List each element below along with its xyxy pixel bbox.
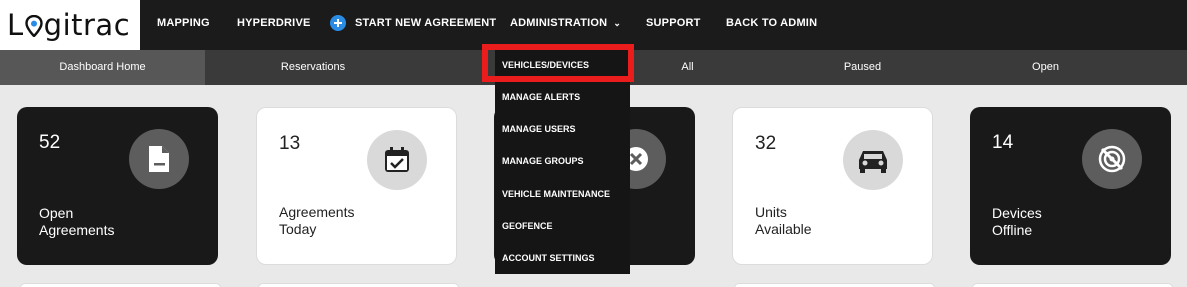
location-pin-icon	[24, 15, 43, 37]
nav-administration[interactable]: ADMINISTRATION ⌄	[510, 17, 621, 29]
card-partial	[734, 283, 935, 287]
highlight-box	[482, 44, 634, 82]
nav-start-new-agreement[interactable]: START NEW AGREEMENT	[355, 17, 496, 29]
menu-item-manage-users[interactable]: MANAGE USERS	[502, 124, 576, 134]
card-value: 13	[279, 133, 301, 154]
tab-dashboard-home[interactable]: Dashboard Home	[0, 50, 205, 85]
open-agreements-card[interactable]: 52 Open Agreements	[17, 107, 218, 265]
document-icon	[129, 129, 189, 189]
devices-offline-card[interactable]: 14 Devices Offline	[970, 107, 1171, 265]
calendar-check-icon	[367, 130, 427, 190]
menu-item-geofence[interactable]: GEOFENCE	[502, 221, 553, 231]
menu-item-manage-alerts[interactable]: MANAGE ALERTS	[502, 92, 580, 102]
nav-administration-label: ADMINISTRATION	[510, 17, 608, 29]
tab-reservations[interactable]: Reservations	[205, 50, 421, 85]
nav-back-to-admin[interactable]: BACK TO ADMIN	[726, 17, 817, 29]
agreements-today-card[interactable]: 13 Agreements Today	[256, 107, 457, 265]
card-value: 32	[755, 133, 777, 154]
nav-hyperdrive[interactable]: HYPERDRIVE	[237, 17, 311, 29]
card-partial	[972, 283, 1173, 287]
nav-mapping[interactable]: MAPPING	[157, 17, 210, 29]
logitrac-logo[interactable]: Lgitrac	[0, 0, 140, 50]
card-value: 14	[992, 132, 1014, 153]
tab-open[interactable]: Open	[988, 50, 1103, 85]
tab-paused[interactable]: Paused	[805, 50, 920, 85]
administration-dropdown: VEHICLES/DEVICES MANAGE ALERTS MANAGE US…	[495, 50, 630, 274]
plus-circle-icon[interactable]	[330, 15, 346, 31]
menu-item-account-settings[interactable]: ACCOUNT SETTINGS	[502, 253, 595, 263]
card-label: Open Agreements	[39, 205, 115, 238]
logo-text: Lgitrac	[7, 8, 131, 42]
units-available-card[interactable]: 32 Units Available	[732, 107, 933, 265]
chevron-down-icon: ⌄	[613, 18, 622, 28]
tab-all[interactable]: All	[630, 50, 745, 85]
car-icon	[843, 130, 903, 190]
nav-support[interactable]: SUPPORT	[646, 17, 701, 29]
card-label: Units Available	[755, 204, 812, 237]
card-partial	[20, 283, 221, 287]
menu-item-vehicle-maintenance[interactable]: VEHICLE MAINTENANCE	[502, 189, 610, 199]
card-label: Agreements Today	[279, 204, 355, 237]
card-partial	[258, 283, 459, 287]
signal-off-icon	[1082, 129, 1142, 189]
menu-item-manage-groups[interactable]: MANAGE GROUPS	[502, 156, 584, 166]
card-label: Devices Offline	[992, 205, 1042, 238]
top-navbar: Lgitrac MAPPING HYPERDRIVE START NEW AGR…	[0, 0, 1187, 50]
card-value: 52	[39, 132, 61, 153]
